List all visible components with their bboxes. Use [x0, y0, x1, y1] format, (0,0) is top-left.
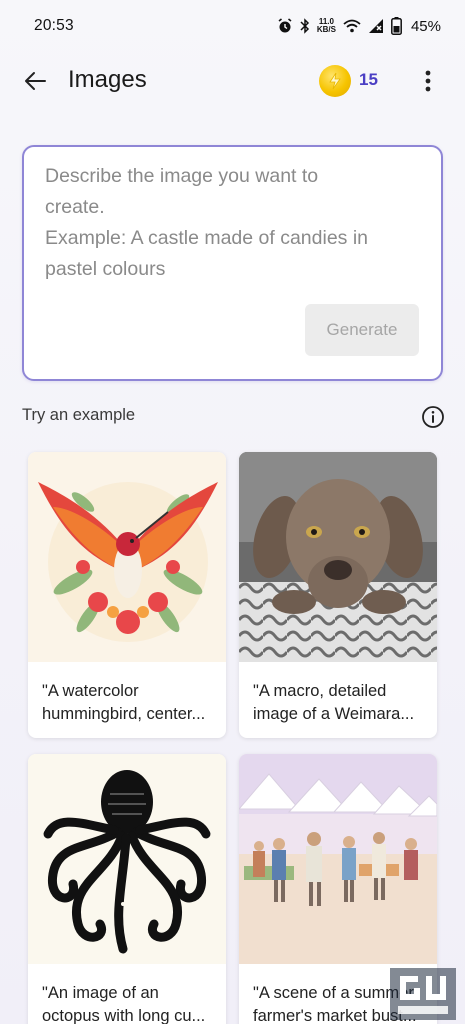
back-arrow-icon: [25, 72, 46, 90]
bluetooth-icon: [300, 18, 309, 34]
page-title: Images: [68, 66, 147, 93]
example-card-octopus[interactable]: "An image of an octopus with long cu...: [28, 754, 226, 1024]
status-time: 20:53: [34, 17, 74, 34]
coin-icon[interactable]: [319, 65, 351, 97]
signal-off-icon: [368, 19, 383, 33]
info-icon: [422, 406, 444, 428]
more-options-button[interactable]: [418, 66, 438, 96]
alarm-icon: [278, 18, 292, 33]
status-icons: 11.0 KB/S 45%: [277, 17, 441, 35]
battery-icon: [391, 17, 402, 35]
network-speed: 11.0 KB/S: [316, 17, 336, 34]
generate-button[interactable]: Generate: [305, 304, 419, 356]
prompt-placeholder: Describe the image you want to create. E…: [45, 165, 369, 280]
weimaraner-image: [239, 452, 437, 662]
wifi-icon: [343, 19, 361, 33]
card-caption: "A watercolor hummingbird, center...: [42, 682, 206, 723]
card-caption: "A macro, detailed image of a Weimara...: [253, 682, 415, 723]
app-header: Images 15: [0, 52, 465, 110]
coin-count[interactable]: 15: [359, 70, 378, 90]
example-card-hummingbird[interactable]: "A watercolor hummingbird, center...: [28, 452, 226, 738]
prompt-input[interactable]: Describe the image you want to create. E…: [22, 145, 443, 381]
farmers-market-image: [239, 754, 437, 964]
back-button[interactable]: [20, 66, 50, 96]
battery-percent: 45%: [410, 17, 441, 35]
card-caption: "An image of an octopus with long cu...: [42, 984, 206, 1024]
info-button[interactable]: [421, 405, 445, 429]
status-bar: 20:53 11.0 KB/S 45%: [0, 0, 465, 52]
example-card-weimaraner[interactable]: "A macro, detailed image of a Weimara...: [239, 452, 437, 738]
gadgets-to-use-watermark-logo: [390, 968, 456, 1020]
octopus-image: [28, 754, 226, 964]
more-vertical-icon: [425, 70, 431, 92]
hummingbird-image: [28, 452, 226, 662]
section-title: Try an example: [22, 406, 136, 424]
